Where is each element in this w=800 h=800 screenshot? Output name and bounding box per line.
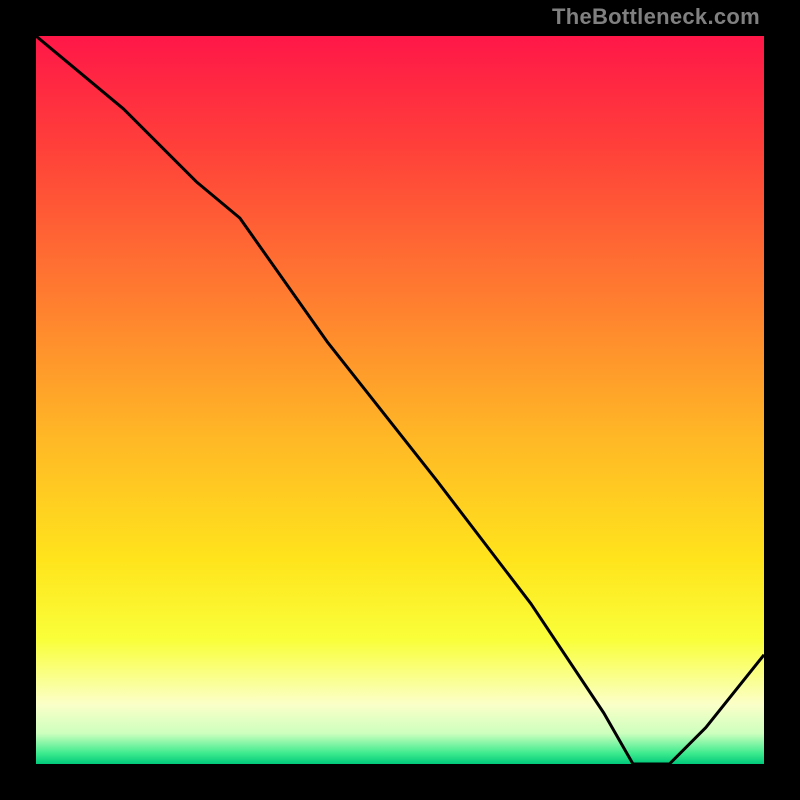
attribution-text: TheBottleneck.com (552, 6, 760, 28)
plot-area (36, 36, 764, 764)
bottleneck-curve (36, 36, 764, 764)
chart-svg (36, 36, 764, 764)
chart-frame: TheBottleneck.com (0, 0, 800, 800)
gradient-background (36, 36, 764, 764)
